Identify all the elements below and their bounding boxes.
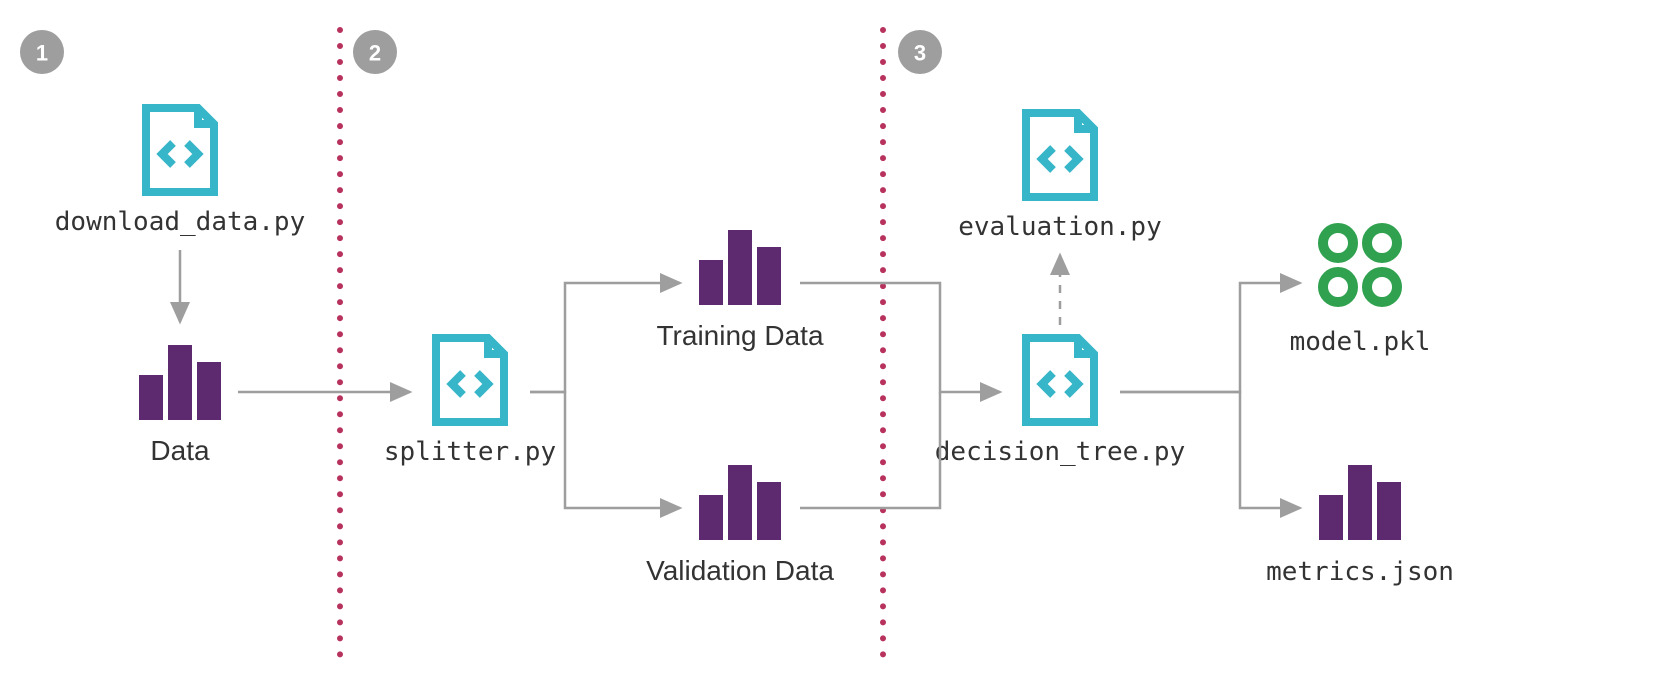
- bar-chart-icon: [1319, 465, 1401, 540]
- bar-chart-icon: [699, 465, 781, 540]
- code-file-icon: [436, 338, 504, 422]
- node-model-label: model.pkl: [1290, 327, 1431, 357]
- node-splitter-label: splitter.py: [384, 437, 556, 467]
- stage-1-number: 1: [36, 41, 48, 66]
- bar-chart-icon: [139, 345, 221, 420]
- code-file-icon: [1026, 338, 1094, 422]
- pipeline-diagram: 1 2 3 download_data.py Data splitter.py …: [0, 0, 1670, 700]
- node-evaluation-label: evaluation.py: [958, 212, 1162, 242]
- node-validation-label: Validation Data: [646, 555, 834, 586]
- node-validation: Validation Data: [646, 465, 834, 586]
- node-decision-tree-label: decision_tree.py: [935, 437, 1185, 467]
- arrow-training-to-decision: [800, 283, 1000, 392]
- stage-2-number: 2: [369, 41, 381, 66]
- stage-2-badge: 2: [353, 30, 397, 74]
- arrow-decision-to-model: [1120, 283, 1300, 392]
- stage-3-number: 3: [914, 41, 926, 66]
- code-file-icon: [146, 108, 214, 192]
- model-circles-icon: [1323, 228, 1397, 302]
- node-download-label: download_data.py: [55, 207, 305, 237]
- bar-chart-icon: [699, 230, 781, 305]
- code-file-icon: [1026, 113, 1094, 197]
- node-download: download_data.py: [55, 108, 305, 237]
- stage-1-badge: 1: [20, 30, 64, 74]
- node-decision-tree: decision_tree.py: [935, 338, 1185, 467]
- node-data: Data: [139, 345, 221, 466]
- node-metrics-label: metrics.json: [1266, 557, 1454, 587]
- arrow-validation-to-decision: [800, 392, 940, 508]
- node-training-label: Training Data: [656, 320, 823, 351]
- node-training: Training Data: [656, 230, 823, 351]
- node-data-label: Data: [150, 435, 210, 466]
- node-evaluation: evaluation.py: [958, 113, 1162, 242]
- stage-3-badge: 3: [898, 30, 942, 74]
- node-splitter: splitter.py: [384, 338, 556, 467]
- node-metrics: metrics.json: [1266, 465, 1454, 587]
- node-model: model.pkl: [1290, 228, 1431, 357]
